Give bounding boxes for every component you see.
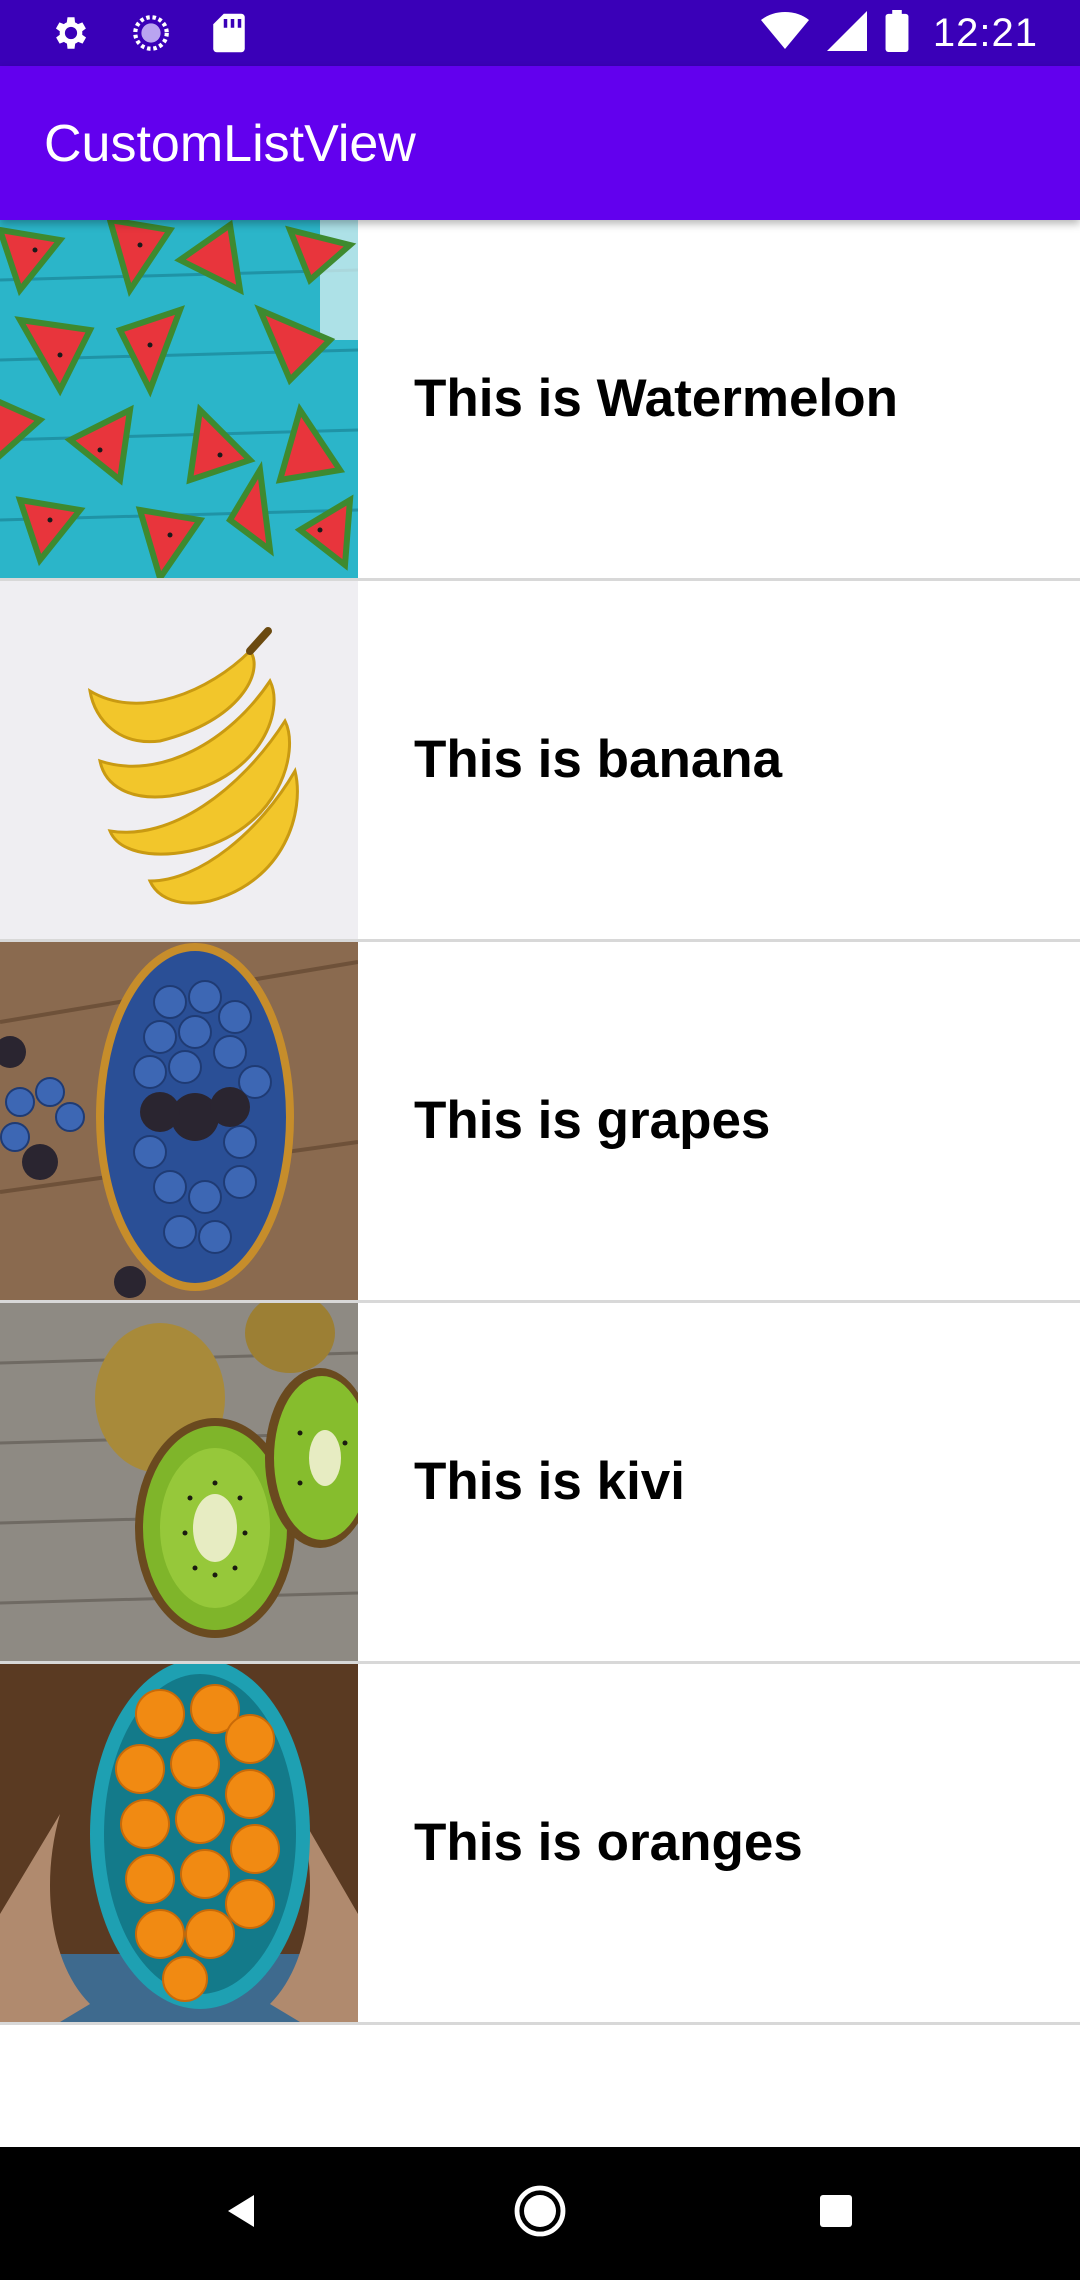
home-button[interactable] — [460, 2147, 620, 2280]
battery-icon — [885, 10, 909, 57]
item-label: This is grapes — [414, 1091, 771, 1150]
app-bar: CustomListView — [0, 66, 1080, 220]
navigation-bar — [0, 2147, 1080, 2280]
item-label: This is kivi — [414, 1452, 686, 1511]
list-item-banana[interactable]: This is banana — [0, 581, 1080, 942]
grapes-image — [0, 942, 358, 1300]
list-item-oranges[interactable]: This is oranges — [0, 1664, 1080, 2025]
signal-icon — [826, 11, 867, 56]
item-label: This is oranges — [414, 1813, 803, 1872]
home-icon — [513, 2184, 567, 2243]
list-item-watermelon[interactable]: This is Watermelon — [0, 220, 1080, 581]
screen: 12:21 CustomListView This is Watermelon … — [0, 0, 1080, 2280]
back-icon — [222, 2191, 262, 2236]
item-label: This is Watermelon — [414, 369, 898, 428]
banana-image — [0, 581, 358, 939]
watermelon-image — [0, 220, 358, 578]
list-item-grapes[interactable]: This is grapes — [0, 942, 1080, 1303]
settings-icon — [50, 12, 92, 59]
sd-card-icon — [210, 12, 248, 59]
item-label: This is banana — [414, 730, 783, 789]
list-item-kiwi[interactable]: This is kivi — [0, 1303, 1080, 1664]
kiwi-image — [0, 1303, 358, 1661]
wifi-icon — [760, 11, 809, 56]
status-system: 12:21 — [743, 10, 1038, 57]
status-notifications — [50, 12, 286, 59]
oranges-image — [0, 1664, 358, 2022]
back-button[interactable] — [162, 2147, 322, 2280]
status-bar: 12:21 — [0, 0, 1080, 66]
app-title: CustomListView — [44, 115, 416, 173]
sync-icon — [130, 12, 172, 59]
status-time: 12:21 — [932, 11, 1038, 55]
recents-button[interactable] — [756, 2147, 916, 2280]
fruit-list[interactable]: This is Watermelon This is banana This i… — [0, 220, 1080, 2025]
recents-icon — [818, 2193, 854, 2234]
